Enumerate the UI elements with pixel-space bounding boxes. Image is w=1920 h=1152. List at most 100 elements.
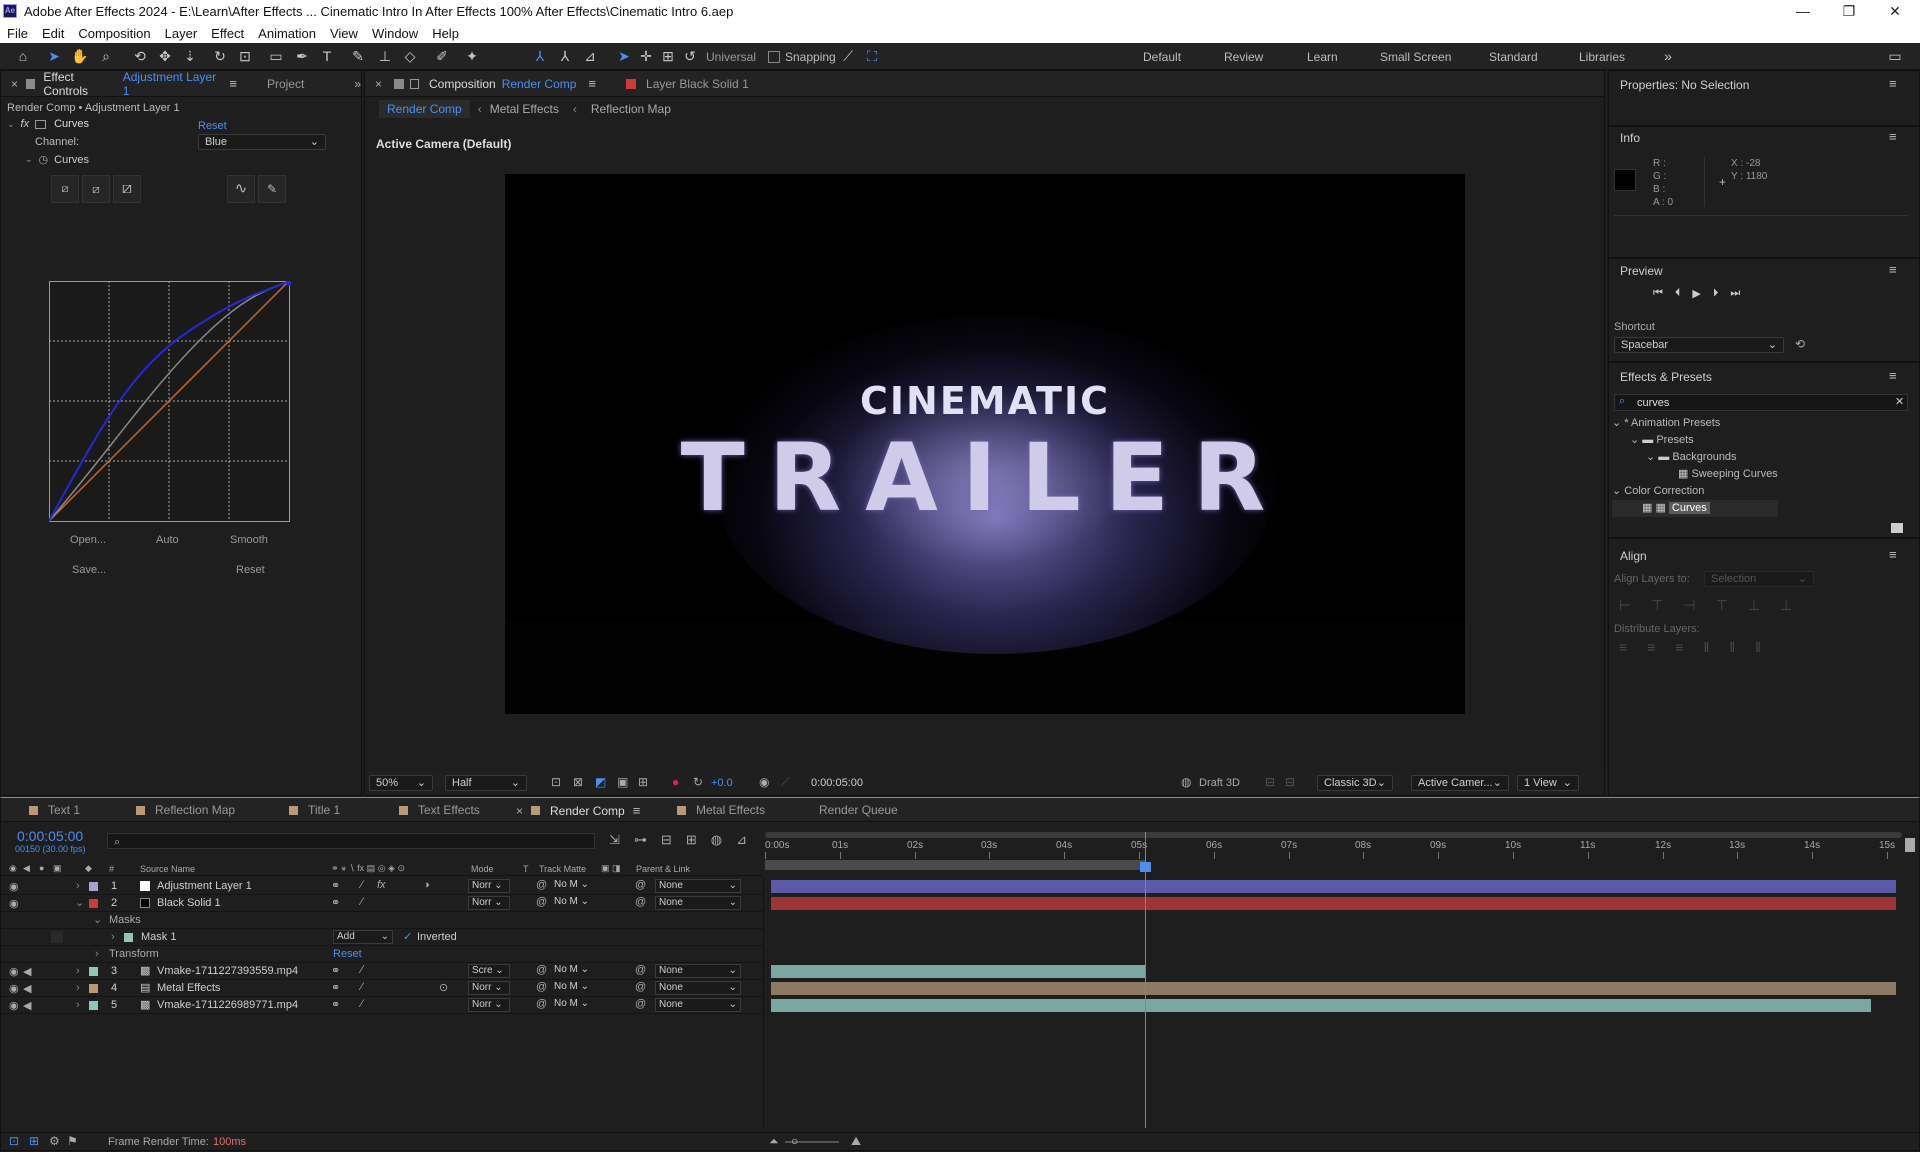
- channel-dropdown[interactable]: Blue ⌄: [198, 134, 326, 150]
- workspace-standard[interactable]: Standard: [1489, 50, 1538, 64]
- rotate-3d-icon[interactable]: ↺: [680, 47, 700, 65]
- save-button[interactable]: Save...: [72, 564, 106, 576]
- composition-tab-comp[interactable]: Render Comp: [502, 77, 577, 91]
- tab-text-effects[interactable]: Text Effects: [399, 803, 480, 817]
- zoom-in-icon[interactable]: ⛰: [851, 1134, 861, 1149]
- menu-window[interactable]: Window: [365, 24, 425, 43]
- zoom-dropdown[interactable]: 50% ⌄: [369, 775, 433, 791]
- layer-label-color[interactable]: [89, 984, 98, 993]
- menu-view[interactable]: View: [323, 24, 365, 43]
- transform-row[interactable]: › Transform Reset: [1, 946, 763, 963]
- type-tool-icon[interactable]: T: [317, 47, 337, 65]
- pencil-curve-icon[interactable]: ✎: [258, 175, 286, 203]
- smooth-button[interactable]: Smooth: [230, 534, 268, 546]
- shortcut-dropdown[interactable]: Spacebar ⌄: [1614, 337, 1784, 353]
- mode-dropdown[interactable]: Norr ⌄: [468, 896, 510, 910]
- close-tab-icon[interactable]: ×: [11, 77, 18, 91]
- timeline-timecode[interactable]: 0:00:05:00: [17, 828, 83, 844]
- home-icon[interactable]: ⌂: [13, 47, 33, 65]
- time-ruler[interactable]: 0:00s 01s 02s 03s 04s 05s 06s 07s 08s 09s 10s 11s 12…: [765, 832, 1902, 872]
- curve-preset-small-icon[interactable]: ⧄: [51, 175, 79, 203]
- workspace-libraries[interactable]: Libraries: [1579, 50, 1625, 64]
- layer-row[interactable]: ◉ ◀ › 4 ▤ Metal Effects ⚭ ∕ ⊙ Norr ⌄ @ N…: [1, 980, 763, 997]
- shy-switch-icon[interactable]: ⚭: [331, 998, 340, 1011]
- clear-search-icon[interactable]: ✕: [1895, 395, 1904, 408]
- track-matte-dropdown[interactable]: No M ⌄: [551, 964, 595, 978]
- draft-3d-label[interactable]: Draft 3D: [1199, 777, 1240, 789]
- layer-name[interactable]: Vmake-1711226989771.mp4: [157, 999, 298, 1011]
- layer-bar-3[interactable]: [771, 965, 1146, 978]
- lock-icon[interactable]: [410, 78, 420, 89]
- next-frame-icon[interactable]: ⏵: [1713, 287, 1719, 300]
- shy-layers-icon[interactable]: ⊟: [661, 832, 672, 848]
- layer-name[interactable]: Metal Effects: [157, 982, 220, 994]
- tree-item-animation-presets[interactable]: ⌄ * Animation Presets: [1612, 415, 1778, 432]
- eye-icon[interactable]: ◉: [9, 897, 19, 910]
- camera-dropdown[interactable]: Active Camer... ⌄: [1411, 775, 1509, 791]
- layer-label-color[interactable]: [89, 899, 98, 908]
- shy-switch-icon[interactable]: ⚭: [331, 981, 340, 994]
- track-matte-dropdown[interactable]: No M ⌄: [551, 896, 595, 910]
- collapse-icon[interactable]: ⌄: [7, 119, 15, 130]
- local-axis-icon[interactable]: ⅄: [530, 47, 550, 65]
- layer-name[interactable]: Vmake-1711227393559.mp4: [157, 965, 298, 977]
- speaker-icon[interactable]: ◀: [23, 999, 31, 1012]
- transform-reset-link[interactable]: Reset: [333, 948, 362, 960]
- extended-viewer-icon[interactable]: ⊟: [1265, 775, 1275, 789]
- brush-tool-icon[interactable]: ✎: [348, 47, 368, 65]
- effects-search-input[interactable]: ⌕ curves ✕: [1614, 394, 1908, 411]
- first-frame-icon[interactable]: ⏮: [1653, 287, 1663, 300]
- tab-metal-effects[interactable]: Metal Effects: [677, 803, 765, 817]
- resolution-dropdown[interactable]: Half ⌄: [445, 775, 527, 791]
- layer-name[interactable]: Black Solid 1: [157, 897, 221, 909]
- align-top-icon[interactable]: ⊤: [1716, 597, 1728, 614]
- menu-animation[interactable]: Animation: [251, 24, 323, 43]
- collapse-arrow-icon[interactable]: ⌄: [93, 913, 102, 926]
- quality-switch-icon[interactable]: ∕: [361, 896, 363, 908]
- solo-icon[interactable]: ●: [39, 863, 44, 873]
- universal-tool-icon[interactable]: ➤: [614, 47, 634, 65]
- toggle-render-time-icon[interactable]: ⚙: [49, 1134, 60, 1148]
- close-tab-icon[interactable]: ×: [375, 77, 382, 91]
- expand-arrow-icon[interactable]: ›: [76, 965, 80, 977]
- shy-switch-icon[interactable]: ⚭: [331, 964, 340, 977]
- workspace-small-screen[interactable]: Small Screen: [1380, 50, 1451, 64]
- mode-dropdown[interactable]: Norr ⌄: [468, 981, 510, 995]
- eye-icon[interactable]: ◉: [9, 999, 19, 1012]
- mode-dropdown[interactable]: Norr ⌄: [468, 879, 510, 893]
- draft-3d-icon[interactable]: ◍: [1181, 775, 1191, 789]
- distribute-bottom-icon[interactable]: ≡: [1675, 639, 1683, 655]
- effect-controls-layer[interactable]: Adjustment Layer 1: [123, 70, 220, 98]
- workspace-review[interactable]: Review: [1224, 50, 1263, 64]
- tree-item-backgrounds[interactable]: ⌄ ▬ Backgrounds: [1612, 449, 1778, 466]
- audio-toggle-icon[interactable]: ◀: [23, 863, 30, 874]
- bezier-curve-icon[interactable]: ∿: [227, 175, 255, 203]
- exposure-value[interactable]: +0.0: [711, 777, 733, 789]
- new-folder-icon[interactable]: [1891, 523, 1903, 533]
- track-matte-pickwhip-icon[interactable]: @: [536, 879, 547, 891]
- orbit-camera-icon[interactable]: ⟲: [130, 47, 150, 65]
- tab-reflection-map[interactable]: Reflection Map: [136, 803, 235, 817]
- dolly-camera-icon[interactable]: ⇣: [180, 47, 200, 65]
- layer-name[interactable]: Adjustment Layer 1: [157, 880, 252, 892]
- lock-icon[interactable]: [26, 78, 36, 89]
- move-tool-icon[interactable]: ✛: [636, 47, 656, 65]
- panel-menu-icon[interactable]: ≡: [1889, 547, 1897, 562]
- tree-item-curves[interactable]: ▦ ▦ Curves: [1612, 500, 1778, 517]
- mask-name[interactable]: Mask 1: [141, 931, 176, 943]
- view-axis-icon[interactable]: ⊿: [580, 47, 600, 65]
- parent-dropdown[interactable]: None ⌄: [655, 998, 741, 1012]
- frame-blending-icon[interactable]: ⊞: [686, 832, 697, 848]
- selection-tool-icon[interactable]: ➤: [44, 47, 64, 65]
- layer-bar-2[interactable]: [771, 897, 1896, 910]
- layer-label-color[interactable]: [89, 1001, 98, 1010]
- eye-icon[interactable]: ◉: [9, 982, 19, 995]
- toggle-switches-icon[interactable]: ⊡: [9, 1134, 19, 1148]
- stopwatch-icon[interactable]: ◷: [39, 153, 49, 166]
- expand-arrow-icon[interactable]: ›: [76, 999, 80, 1011]
- panel-menu-icon[interactable]: ≡: [1889, 262, 1897, 277]
- label-column-icon[interactable]: ◆: [85, 863, 92, 874]
- panel-menu-icon[interactable]: ≡: [1889, 368, 1897, 383]
- collapse-icon[interactable]: ⌄: [25, 154, 33, 165]
- nav-render-comp[interactable]: Render Comp: [379, 100, 470, 118]
